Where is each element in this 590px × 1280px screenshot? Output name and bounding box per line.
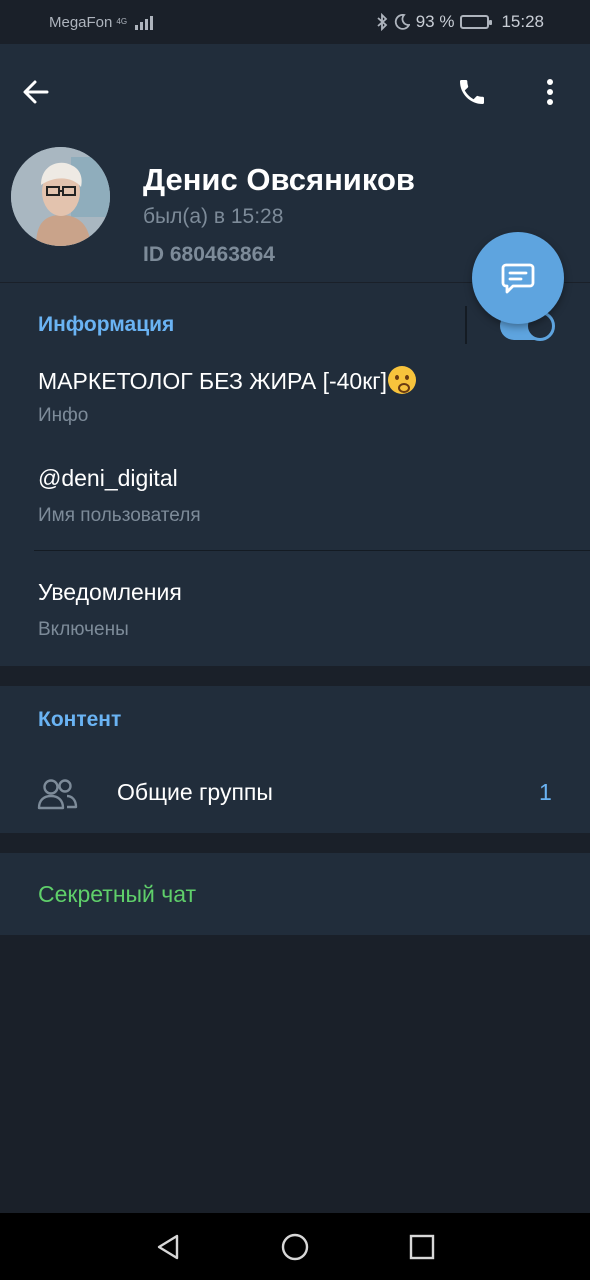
worried-face-emoji-icon	[388, 366, 417, 394]
network-type: 4G	[116, 17, 128, 26]
info-section-title: Информация	[38, 313, 175, 336]
moon-icon	[394, 14, 410, 30]
secret-chat-button[interactable]: Секретный чат	[0, 853, 590, 935]
notifications-label: Уведомления	[38, 579, 182, 605]
notifications-state: Включены	[38, 619, 129, 640]
bio-label: Инфо	[38, 405, 89, 426]
carrier-name: MegaFon	[49, 13, 113, 31]
username-value: @deni_digital	[38, 465, 178, 491]
square-recents-icon	[409, 1234, 434, 1259]
common-groups-label: Общие группы	[117, 779, 273, 805]
nav-back-button[interactable]	[148, 1227, 188, 1267]
groups-icon	[37, 779, 78, 810]
more-button[interactable]	[530, 68, 570, 116]
call-button[interactable]	[448, 68, 496, 116]
avatar-photo	[11, 147, 110, 246]
profile-name: Денис Овсяников	[143, 162, 415, 197]
info-section: Информация МАРКЕТОЛОГ БЕЗ ЖИРА [-40кг] И…	[0, 283, 590, 666]
bluetooth-icon	[377, 13, 388, 31]
battery-percent: 93 %	[415, 12, 455, 31]
secret-chat-label: Секретный чат	[38, 881, 197, 907]
back-button[interactable]	[14, 70, 58, 114]
status-left: MegaFon 4G	[49, 13, 154, 31]
status-right: 93 % 15:28	[376, 12, 544, 32]
nav-home-button[interactable]	[275, 1227, 315, 1267]
signal-icon	[135, 14, 154, 30]
system-nav-bar	[0, 1213, 590, 1280]
toggle-separator	[465, 306, 467, 344]
status-time: 15:28	[501, 12, 544, 31]
bio-value: МАРКЕТОЛОГ БЕЗ ЖИРА [-40кг]	[38, 368, 388, 394]
username-label: Имя пользователя	[38, 505, 201, 526]
arrow-left-icon	[23, 80, 49, 104]
content-section-title: Контент	[38, 708, 122, 731]
message-icon	[501, 263, 535, 294]
content-section: Контент Общие группы 1	[0, 686, 590, 833]
nav-recents-button[interactable]	[402, 1227, 442, 1267]
user-id: ID 680463864	[143, 243, 275, 266]
triangle-back-icon	[158, 1234, 179, 1259]
last-seen-status: был(а) в 15:28	[143, 205, 284, 228]
circle-home-icon	[281, 1233, 309, 1260]
send-message-button[interactable]	[472, 232, 564, 324]
status-bar: MegaFon 4G 93 % 15:28	[0, 0, 590, 44]
phone-icon	[460, 80, 484, 104]
common-groups-count: 1	[539, 779, 552, 805]
battery-icon	[460, 15, 493, 29]
more-vertical-icon	[547, 79, 553, 105]
avatar[interactable]	[11, 147, 110, 246]
bio-text: МАРКЕТОЛОГ БЕЗ ЖИРА [-40кг]	[38, 366, 417, 395]
divider	[34, 550, 590, 551]
